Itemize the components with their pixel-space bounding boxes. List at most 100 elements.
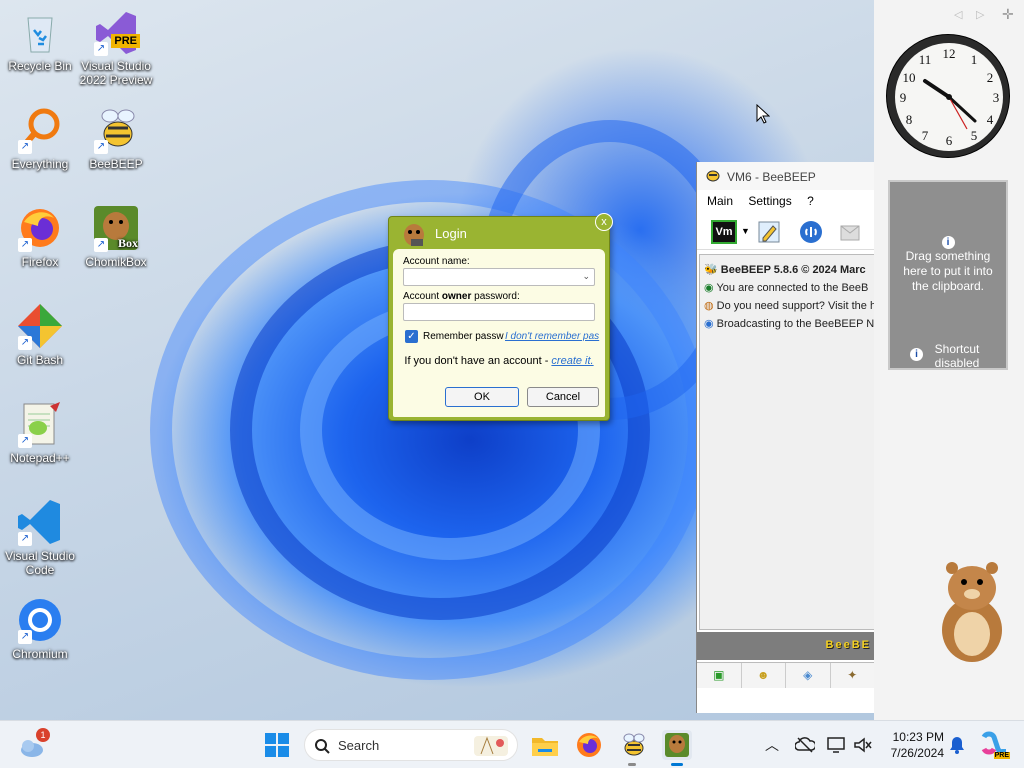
chevron-up-icon[interactable]: ︿ [765,735,779,755]
chat-message-text: BeeBEEP 5.8.6 © 2024 Marc [720,264,866,276]
remember-password-label[interactable]: Remember passw [423,331,504,342]
desktop-icon-everything[interactable]: ↗ Everything [2,106,78,171]
desktop-icon-chromium[interactable]: ↗ Chromium [2,596,78,661]
chat-icon: ▣ [713,668,725,682]
desktop-icon-label: Chromium [12,647,68,661]
account-name-combobox[interactable]: ⌄ [403,268,595,286]
chat-message-text: Broadcasting to the BeeBEEP Ne [716,318,875,330]
clock-hands [923,79,977,130]
desktop-icon-recycle-bin[interactable]: Recycle Bin [2,8,78,73]
password-label-owner: owner [441,291,472,302]
search-highlight-icon [474,736,508,756]
ok-button[interactable]: OK [445,387,519,407]
menu-main[interactable]: Main [707,194,733,208]
password-field[interactable] [403,303,595,321]
tab-groups[interactable]: ◈ [786,663,831,688]
taskbar-search-box[interactable]: Search [304,729,518,761]
clipboard-gadget[interactable]: i Drag something here to put it into the… [888,180,1008,370]
support-icon: ◍ [704,300,717,312]
no-account-text: If you don't have an account - [404,355,552,367]
forgot-password-link[interactable]: I don't remember pas [505,331,605,342]
clock-date: 7/26/2024 [890,746,944,760]
desktop-icon-label: ChomikBox [85,255,147,269]
create-account-link[interactable]: create it. [551,355,593,367]
tab-network[interactable]: ✦ [830,663,875,688]
chevron-down-icon[interactable]: ⌄ [582,271,590,282]
shortcut-arrow-icon: ↗ [18,336,32,350]
close-icon[interactable]: x [595,213,613,231]
notification-bell-icon[interactable] [948,735,966,755]
network-speaker-icon[interactable] [852,735,872,755]
password-label-suffix: password: [471,291,520,302]
copilot-button[interactable]: PRE [980,731,1010,759]
info-icon: i [890,234,1006,249]
desktop-icon-notepad-plus-plus[interactable]: ↗ Notepad++ [2,400,78,465]
desktop-icon-firefox[interactable]: ↗ Firefox [2,204,78,269]
menu-help[interactable]: ? [807,194,814,208]
shortcut-arrow-icon: ↗ [18,238,32,252]
beebeep-icon [623,733,645,756]
desktop-icon-beebeep[interactable]: ↗ BeeBEEP [78,106,154,171]
taskbar-file-explorer[interactable] [530,730,560,760]
menu-settings[interactable]: Settings [748,194,791,208]
desktop-icon-label: Visual Studio Code [5,549,75,577]
remember-password-checkbox[interactable]: ✓ [405,330,418,343]
add-gadget-icon[interactable]: ✛ [1002,6,1014,23]
windows-logo-icon [265,733,289,757]
firefox-icon [577,733,601,757]
folder-icon [532,738,558,756]
onedrive-offline-icon[interactable] [795,736,815,754]
notification-badge: 1 [36,728,50,742]
display-icon[interactable] [826,735,846,755]
login-dialog[interactable]: Login x Account name: ⌄ Account owner pa… [388,213,613,421]
chat-message: 🐝 BeeBEEP 5.8.6 © 2024 Marc [704,261,870,279]
tab-chat[interactable]: ▣ [697,663,742,688]
mail-icon[interactable] [839,222,861,242]
hamster-mascot-icon [942,562,1002,662]
system-clock[interactable]: 10:23 PM 7/26/2024 [878,729,944,761]
network-icon: ✦ [847,668,858,682]
login-form: Account name: ⌄ Account owner password: … [393,249,605,417]
password-label-prefix: Account [403,291,442,302]
chomikbox-icon: Box ↗ [92,204,140,252]
tab-users[interactable]: ☻ [741,663,786,688]
box-badge: Box [117,236,138,250]
active-indicator [671,763,683,766]
window-title: VM6 - BeeBEEP [727,170,816,184]
shortcut-arrow-icon: ↗ [94,140,108,154]
visual-studio-preview-icon: PRE ↗ [92,8,140,56]
edit-profile-icon[interactable] [757,220,781,244]
desktop-icon-chomikbox[interactable]: Box ↗ ChomikBox [78,204,154,269]
shortcut-status: i Shortcut disabled [908,342,992,370]
account-name-label: Account name: [403,256,470,267]
desktop-wallpaper: Recycle Bin PRE ↗ Visual Studio 2022 Pre… [0,0,1024,720]
preview-badge: PRE [111,34,140,48]
firefox-icon: ↗ [16,204,64,252]
user-status-button[interactable]: Vm [711,220,737,244]
beebeep-window[interactable]: VM6 - BeeBEEP Main Settings ? Vm ▼ 🐝 Bee… [696,162,875,713]
broadcast-icon: ◉ [704,318,717,330]
cancel-button[interactable]: Cancel [527,387,599,407]
beebeep-bottom-tabs: ▣ ☻ ◈ ✦ [697,662,875,688]
chromium-icon: ↗ [16,596,64,644]
taskbar-chomikbox[interactable] [662,730,692,766]
start-button[interactable] [262,730,292,760]
taskbar-firefox[interactable] [574,730,604,760]
no-account-row: If you don't have an account - create it… [403,355,595,367]
weather-widget[interactable]: 1 [18,728,50,760]
gadget-sidebar: ◁ ▷ ✛ 12 1 2 3 4 5 6 7 8 9 10 11 i Drag … [874,0,1024,720]
clock-time: 10:23 PM [892,730,944,744]
desktop-icon-vscode[interactable]: ↗ Visual Studio Code [2,498,78,577]
broadcast-icon[interactable] [799,220,823,244]
next-arrow-icon[interactable]: ▷ [976,8,984,21]
taskbar-beebeep[interactable] [618,730,648,766]
search-icon [315,739,330,754]
chevron-down-icon[interactable]: ▼ [741,226,750,236]
desktop-icon-git-bash[interactable]: ↗ Git Bash [2,302,78,367]
shortcut-arrow-icon: ↗ [94,238,108,252]
chat-log[interactable]: 🐝 BeeBEEP 5.8.6 © 2024 Marc ◉ You are co… [699,254,875,630]
info-icon: i [910,348,923,361]
previous-arrow-icon[interactable]: ◁ [954,8,962,21]
desktop-icon-visual-studio-preview[interactable]: PRE ↗ Visual Studio 2022 Preview [78,8,154,87]
beebeep-titlebar[interactable]: VM6 - BeeBEEP [697,162,874,190]
